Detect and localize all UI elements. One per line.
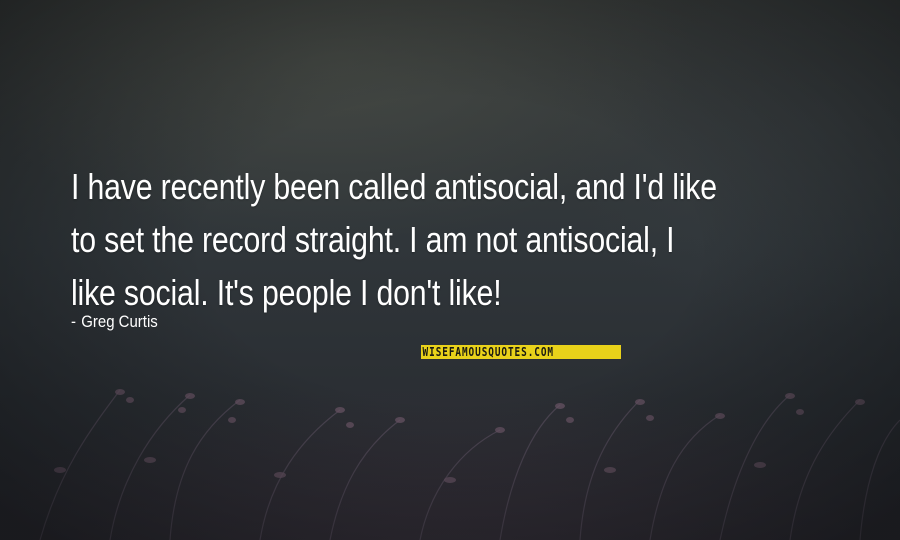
watermark-text: WISEFAMOUSQUOTES.COM xyxy=(422,345,554,359)
quote-text: I have recently been called antisocial, … xyxy=(71,160,852,319)
quote-line: like social. It's people I don't like! xyxy=(71,272,502,313)
quote-line: to set the record straight. I am not ant… xyxy=(71,219,675,260)
watermark-logo: WISEFAMOUSQUOTES.COM xyxy=(421,345,621,359)
author-dash: - xyxy=(71,312,76,331)
quote-card: I have recently been called antisocial, … xyxy=(0,0,900,540)
author-name: Greg Curtis xyxy=(81,312,158,331)
quote-author: - Greg Curtis xyxy=(71,312,158,332)
quote-line: I have recently been called antisocial, … xyxy=(71,166,717,207)
